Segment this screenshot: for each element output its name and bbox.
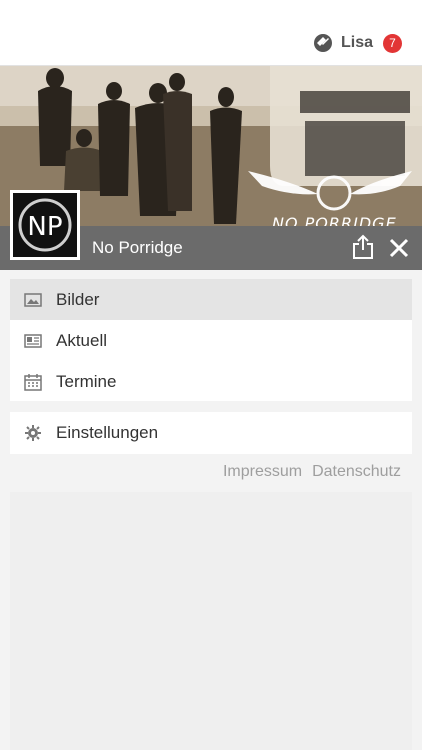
band-title: NO PORRIDGE bbox=[272, 214, 397, 226]
datenschutz-link[interactable]: Datenschutz bbox=[312, 463, 401, 481]
menu-item-label: Aktuell bbox=[56, 330, 108, 350]
user-menu[interactable]: Lisa 7 bbox=[313, 33, 402, 53]
image-icon bbox=[24, 292, 42, 307]
close-icon[interactable] bbox=[388, 237, 410, 259]
menu-item-termine[interactable]: Termine bbox=[10, 361, 412, 402]
menu-item-label: Einstellungen bbox=[56, 422, 159, 442]
impressum-link[interactable]: Impressum bbox=[223, 463, 302, 481]
puzzle-logo-icon bbox=[313, 34, 332, 52]
menu-item-einstellungen[interactable]: Einstellungen bbox=[10, 412, 412, 453]
menu-item-bilder[interactable]: Bilder bbox=[10, 279, 412, 320]
profile-name: No Porridge bbox=[92, 238, 183, 257]
menu-item-label: Bilder bbox=[56, 289, 100, 309]
footer-links: Impressum Datenschutz bbox=[223, 463, 401, 481]
user-name[interactable]: Lisa bbox=[341, 34, 373, 52]
share-icon[interactable] bbox=[351, 234, 375, 260]
np-logo: NP bbox=[18, 198, 72, 252]
menu-item-label: Termine bbox=[56, 371, 117, 391]
settings-menu: Einstellungen bbox=[10, 412, 412, 454]
calendar-icon bbox=[24, 373, 42, 391]
top-bar: Lisa 7 bbox=[0, 0, 422, 66]
content-area bbox=[10, 492, 412, 750]
notification-badge[interactable]: 7 bbox=[383, 33, 402, 53]
menu-item-aktuell[interactable]: Aktuell bbox=[10, 320, 412, 361]
gear-icon bbox=[25, 424, 41, 441]
main-menu: Bilder Aktuell Termine bbox=[10, 279, 412, 401]
avatar[interactable]: NP bbox=[10, 190, 80, 260]
avatar-text: NP bbox=[27, 212, 62, 242]
newspaper-icon bbox=[24, 333, 42, 348]
